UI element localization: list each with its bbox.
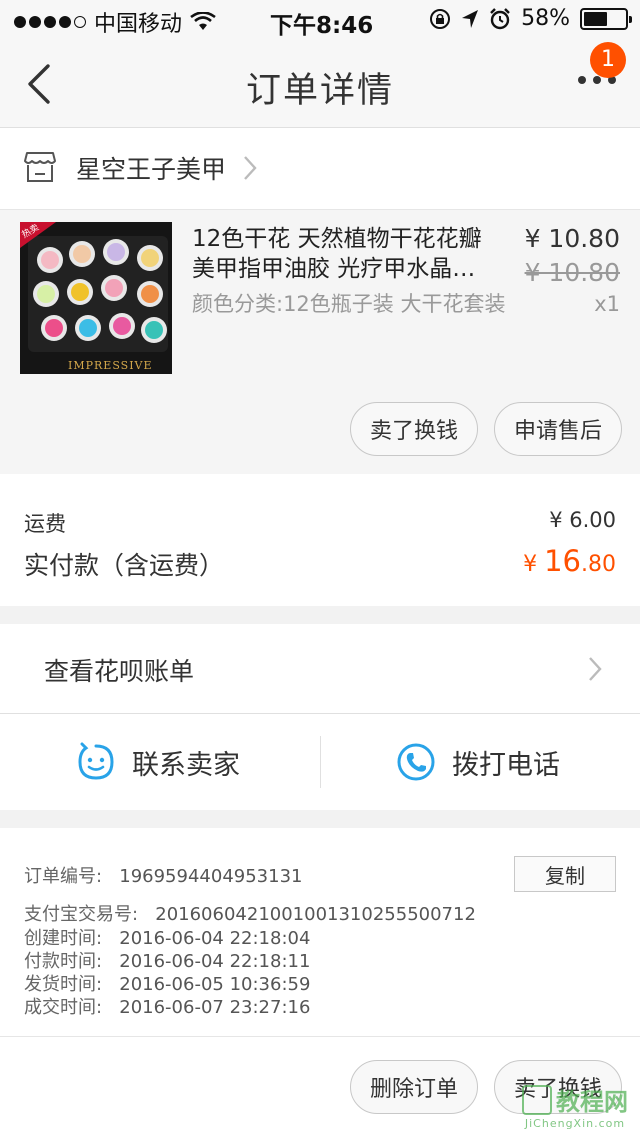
delete-order-button[interactable]: 删除订单 [350,1060,478,1114]
apply-after-sale-button[interactable]: 申请售后 [494,402,622,456]
nav-bar: 订单详情 1 [0,40,640,128]
deal-time-value: 2016-06-07 23:27:16 [119,997,311,1018]
price-original: ¥ 10.80 [524,258,620,287]
status-bar: 中国移动 下午8:46 58% [0,0,640,40]
huabei-bill-row[interactable]: 查看花呗账单 [0,624,640,714]
product-item[interactable]: 热卖 IMPRESSIVE 12色干花 天然植物干花花瓣美甲指甲油胶 光疗甲水晶… [0,210,640,474]
shop-row[interactable]: 星空王子美甲 [0,128,640,210]
deal-time-label: 成交时间: [24,997,103,1018]
location-arrow-icon [462,9,479,28]
shipping-label: 运费 [24,512,66,536]
status-right: 58% [429,6,632,31]
product-image[interactable]: 热卖 IMPRESSIVE [20,222,172,374]
phone-icon [397,743,435,781]
created-time-value: 2016-06-04 22:18:04 [119,928,311,949]
product-title[interactable]: 12色干花 天然植物干花花瓣美甲指甲油胶 光疗甲水晶… [192,224,502,284]
copy-button[interactable]: 复制 [514,856,616,892]
wifi-icon [190,12,216,30]
product-image-brand: IMPRESSIVE [68,359,153,372]
alipay-trade-label: 支付宝交易号: [24,904,139,925]
product-image-art [20,222,172,374]
battery-icon [580,7,632,30]
order-number-label: 订单编号: [24,866,103,887]
alipay-trade-line: 支付宝交易号: 2016060421001001310255500712 [24,900,476,926]
contact-bar: 联系卖家 拨打电话 [0,714,640,810]
fee-section: 运费 ¥ 6.00 实付款（含运费） ¥ 16.80 [0,474,640,606]
rotation-lock-icon [430,8,451,29]
chevron-right-icon [589,657,602,681]
status-time: 下午8:46 [270,13,374,39]
paid-currency: ¥ [523,552,545,577]
shipped-time-label: 发货时间: [24,974,103,995]
shop-name: 星空王子美甲 [76,155,227,184]
alipay-trade-value: 2016060421001001310255500712 [155,904,476,925]
paid-value: ¥ 16.80 [523,544,616,578]
paid-label: 实付款（含运费） [24,551,225,580]
battery-fill [584,11,607,26]
paid-integer: 16 [544,544,581,578]
huabei-label: 查看花呗账单 [44,657,195,686]
watermark-box-icon [522,1084,552,1115]
order-number-line: 订单编号: 1969594404953131 [24,862,302,888]
watermark-url: JiChengXin.com [524,1117,626,1130]
call-phone-button[interactable]: 拨打电话 [396,714,560,810]
quantity: x1 [594,292,620,316]
contact-seller-label: 联系卖家 [132,749,240,781]
sell-for-cash-button[interactable]: 卖了换钱 [350,402,478,456]
price-current: ¥ 10.80 [524,224,620,253]
contact-seller-button[interactable]: 联系卖家 [76,714,240,810]
signal-strength-icon [14,16,86,28]
paid-time-value: 2016-06-04 22:18:11 [119,951,311,972]
deal-time-line: 成交时间: 2016-06-07 23:27:16 [24,993,310,1019]
alarm-icon [490,7,510,29]
battery-percent: 58% [521,6,570,31]
watermark-title: 教程网 [522,1082,628,1117]
shipping-value: ¥ 6.00 [549,508,616,532]
status-left: 中国移动 [14,6,216,38]
watermark-text: 教程网 [556,1088,628,1116]
carrier-name: 中国移动 [94,12,183,37]
call-phone-label: 拨打电话 [452,749,560,781]
order-number-value: 1969594404953131 [119,866,303,887]
chevron-right-icon [244,156,257,180]
watermark-logo: 教程网 JiChengXin.com [522,1082,628,1130]
page-title: 订单详情 [245,71,394,111]
notification-badge: 1 [590,42,626,78]
chat-face-icon [78,742,114,780]
paid-time-label: 付款时间: [24,951,103,972]
created-time-label: 创建时间: [24,928,103,949]
shipped-time-value: 2016-06-05 10:36:59 [119,974,311,995]
product-sku: 颜色分类:12色瓶子装 大干花套装 [192,292,506,316]
contact-divider [320,736,321,788]
shop-icon [24,152,56,182]
paid-decimal: .80 [581,552,616,577]
info-divider [0,1036,640,1037]
